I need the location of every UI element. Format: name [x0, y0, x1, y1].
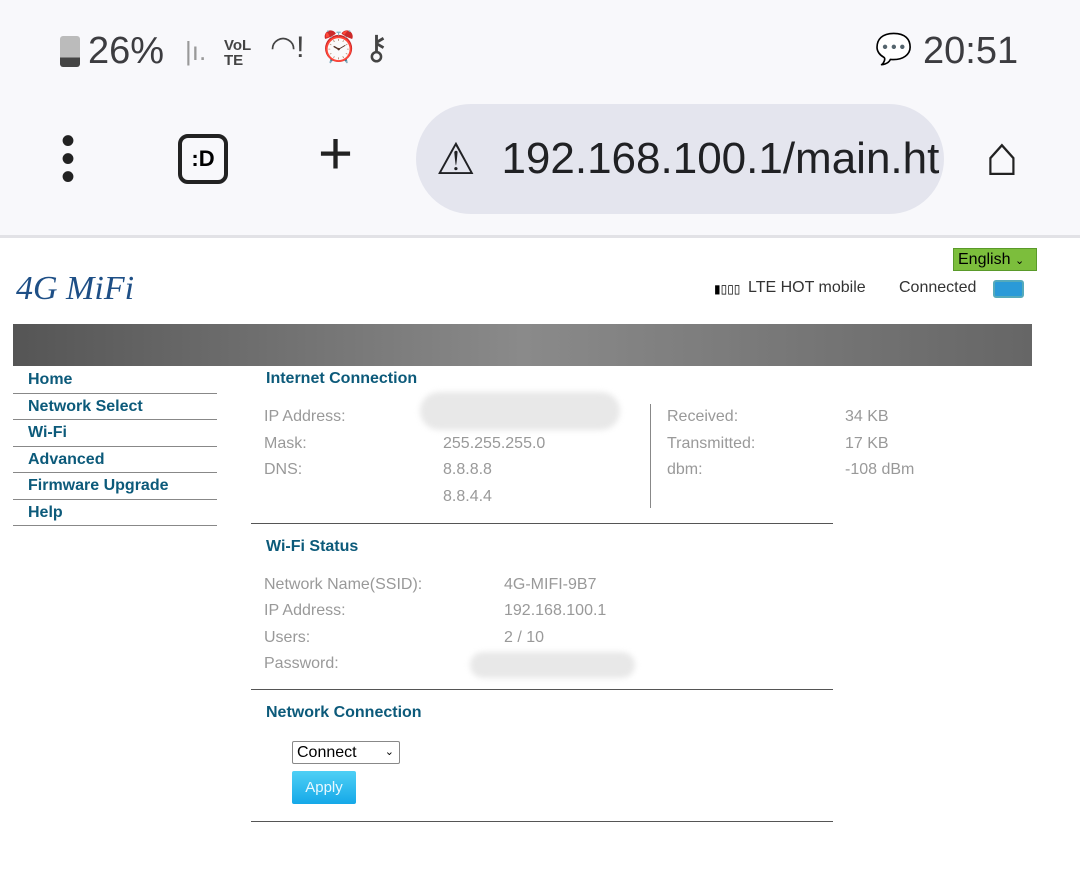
internet-title: Internet Connection — [266, 370, 418, 387]
battery-percent: 26% — [88, 30, 165, 72]
menu-network-select[interactable]: Network Select — [13, 394, 217, 420]
users-label: Users: — [264, 629, 311, 646]
url-text: 192.168.100.1/main.ht — [501, 134, 940, 183]
carrier-name: LTE HOT mobile — [748, 279, 866, 296]
mask-value: 255.255.255.0 — [443, 435, 546, 452]
dbm-value: -108 dBm — [845, 461, 915, 478]
signal-strength-icon: ▮▯▯▯ — [714, 282, 741, 296]
battery-icon — [60, 36, 80, 67]
redaction-scribble — [420, 392, 620, 430]
ssid-value: 4G-MIFI-9B7 — [504, 576, 597, 593]
banner — [13, 324, 1032, 366]
connection-select-value: Connect — [297, 744, 357, 761]
dns-value-1: 8.8.8.8 — [443, 461, 492, 478]
dns-label: DNS: — [264, 461, 303, 478]
vpn-key-icon: ⚷ — [364, 29, 389, 67]
users-value: 2 / 10 — [504, 629, 545, 646]
mask-label: Mask: — [264, 435, 307, 452]
divider — [251, 523, 833, 524]
volte-icon: VoLTE — [224, 37, 252, 69]
ssid-label: Network Name(SSID): — [264, 576, 423, 593]
menu-wifi[interactable]: Wi-Fi — [13, 420, 217, 447]
menu-help[interactable]: Help — [13, 500, 217, 526]
clock: 20:51 — [923, 30, 1019, 72]
language-select[interactable]: English ⌄ — [953, 248, 1037, 271]
warning-icon[interactable]: ⚠ — [436, 134, 475, 185]
wifi-alert-icon: ◠! — [270, 31, 305, 64]
password-label: Password: — [264, 655, 339, 672]
plus-icon[interactable]: + — [318, 124, 353, 184]
tab-switcher-button[interactable]: :D — [178, 134, 228, 184]
home-icon[interactable]: ⌂ — [985, 126, 1019, 186]
divider — [251, 821, 833, 822]
connection-select[interactable]: Connect ⌄ — [292, 741, 400, 764]
menu-firmware-upgrade[interactable]: Firmware Upgrade — [13, 473, 217, 500]
status-bar: 26% |ı. VoLTE ◠! ⏰ ⚷ 💬 20:51 — [0, 0, 1080, 100]
dns-value-2: 8.8.4.4 — [443, 488, 492, 505]
menu-dots-icon[interactable]: • • • — [58, 121, 78, 197]
menu-advanced[interactable]: Advanced — [13, 447, 217, 473]
connected-icon — [993, 280, 1024, 298]
ip-label: IP Address: — [264, 408, 346, 425]
redaction-scribble — [470, 652, 635, 678]
chat-icon: 💬 — [875, 33, 913, 66]
transmitted-label: Transmitted: — [667, 435, 756, 452]
apply-button[interactable]: Apply — [292, 771, 356, 804]
network-title: Network Connection — [266, 704, 422, 721]
signal-icon: |ı. — [185, 36, 207, 66]
divider — [251, 689, 833, 690]
transmitted-value: 17 KB — [845, 435, 889, 452]
wifi-ip-value: 192.168.100.1 — [504, 602, 607, 619]
logo: 4G MiFi — [16, 270, 135, 307]
url-bar[interactable]: ⚠ 192.168.100.1/main.ht — [416, 104, 944, 214]
menu-home[interactable]: Home — [13, 367, 217, 394]
wifi-ip-label: IP Address: — [264, 602, 346, 619]
divider — [650, 404, 651, 508]
received-value: 34 KB — [845, 408, 889, 425]
alarm-icon: ⏰ — [320, 31, 358, 64]
connection-status: Connected — [899, 279, 977, 296]
received-label: Received: — [667, 408, 739, 425]
dbm-label: dbm: — [667, 461, 703, 478]
language-value: English — [958, 251, 1011, 268]
wifi-title: Wi-Fi Status — [266, 538, 359, 555]
